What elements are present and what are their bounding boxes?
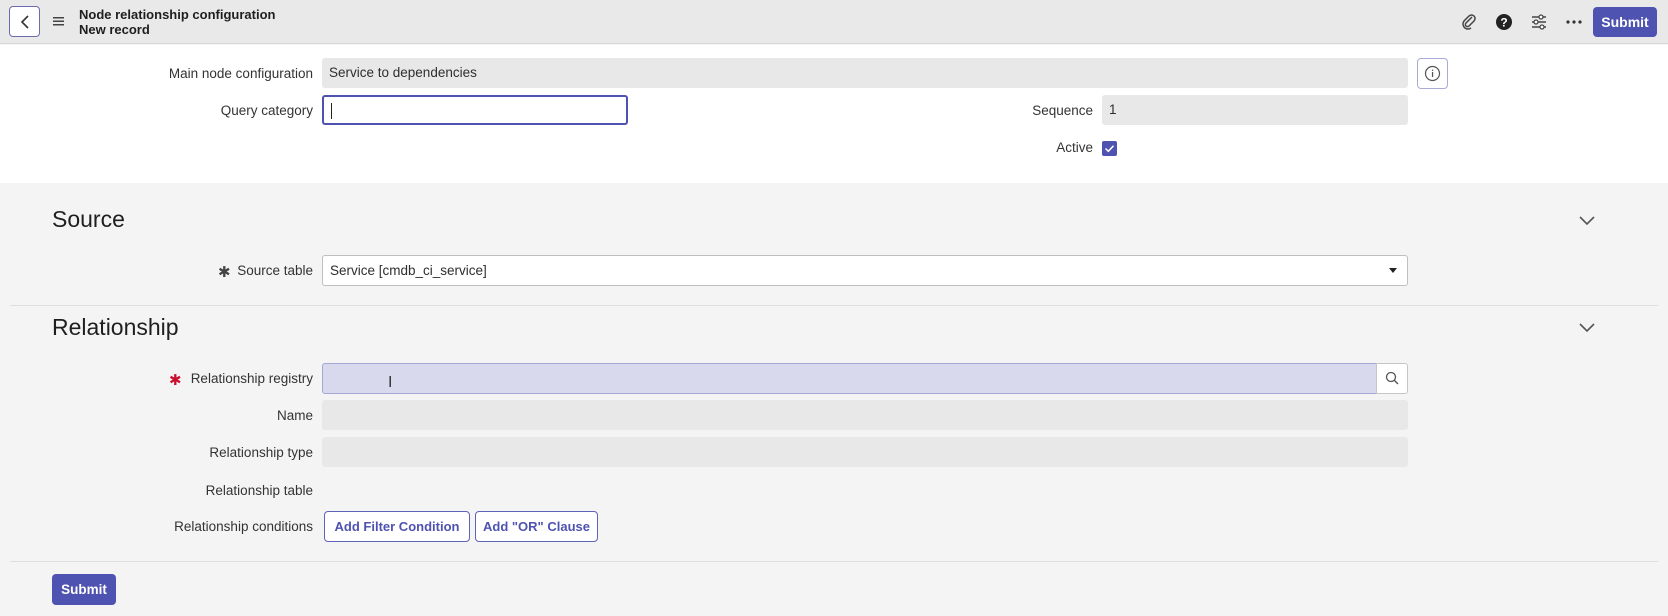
submit-button-top[interactable]: Submit — [1593, 7, 1657, 37]
page-subtitle: New record — [79, 22, 150, 37]
active-checkbox[interactable] — [1102, 141, 1117, 156]
section-divider — [10, 305, 1658, 306]
back-button[interactable] — [9, 6, 40, 37]
settings-sliders-icon[interactable] — [1529, 12, 1549, 32]
active-label: Active — [1056, 140, 1093, 155]
source-table-select[interactable]: Service [cmdb_ci_service] — [322, 255, 1408, 286]
mandatory-star-icon: ✱ — [169, 372, 182, 389]
chevron-left-icon — [20, 15, 29, 29]
hamburger-menu-icon[interactable] — [52, 14, 66, 28]
more-icon[interactable] — [1564, 12, 1584, 32]
submit-button-bottom[interactable]: Submit — [52, 574, 116, 605]
relationship-type-label: Relationship type — [209, 445, 313, 460]
name-field[interactable] — [322, 400, 1408, 430]
relationship-registry-label: Relationship registry — [190, 371, 313, 386]
sequence-label: Sequence — [1032, 103, 1093, 118]
search-icon — [1385, 371, 1399, 385]
info-icon — [1424, 65, 1441, 82]
section-divider — [10, 561, 1658, 562]
text-caret — [331, 103, 332, 120]
info-button[interactable] — [1417, 58, 1448, 89]
form-header: Node relationship configuration New reco… — [0, 0, 1668, 44]
paperclip-icon[interactable] — [1459, 12, 1479, 32]
sequence-field[interactable]: 1 — [1102, 95, 1408, 125]
checkmark-icon — [1104, 145, 1115, 153]
text-cursor-icon: I — [388, 373, 393, 391]
svg-text:?: ? — [1500, 16, 1507, 30]
mandatory-star-icon: ✱ — [218, 264, 231, 281]
help-icon[interactable]: ? — [1494, 12, 1514, 32]
relationship-registry-input[interactable] — [322, 363, 1377, 394]
main-node-label: Main node configuration — [168, 66, 313, 81]
main-node-field[interactable]: Service to dependencies — [322, 58, 1408, 88]
relationship-conditions-label: Relationship conditions — [174, 519, 313, 534]
lookup-button[interactable] — [1376, 363, 1408, 394]
section-title-source: Source — [52, 206, 125, 232]
section-title-relationship: Relationship — [52, 314, 179, 340]
dropdown-arrow-icon — [1389, 268, 1397, 273]
query-category-label: Query category — [220, 103, 313, 118]
chevron-down-icon[interactable] — [1578, 214, 1596, 226]
source-table-label: Source table — [237, 263, 313, 278]
add-filter-condition-button[interactable]: Add Filter Condition — [324, 511, 470, 542]
relationship-table-label: Relationship table — [205, 483, 313, 498]
name-label: Name — [276, 408, 313, 423]
query-category-input[interactable] — [322, 95, 628, 125]
chevron-down-icon[interactable] — [1578, 321, 1596, 333]
relationship-type-field[interactable] — [322, 437, 1408, 467]
add-or-clause-button[interactable]: Add "OR" Clause — [475, 511, 598, 542]
page-title: Node relationship configuration — [79, 7, 276, 22]
